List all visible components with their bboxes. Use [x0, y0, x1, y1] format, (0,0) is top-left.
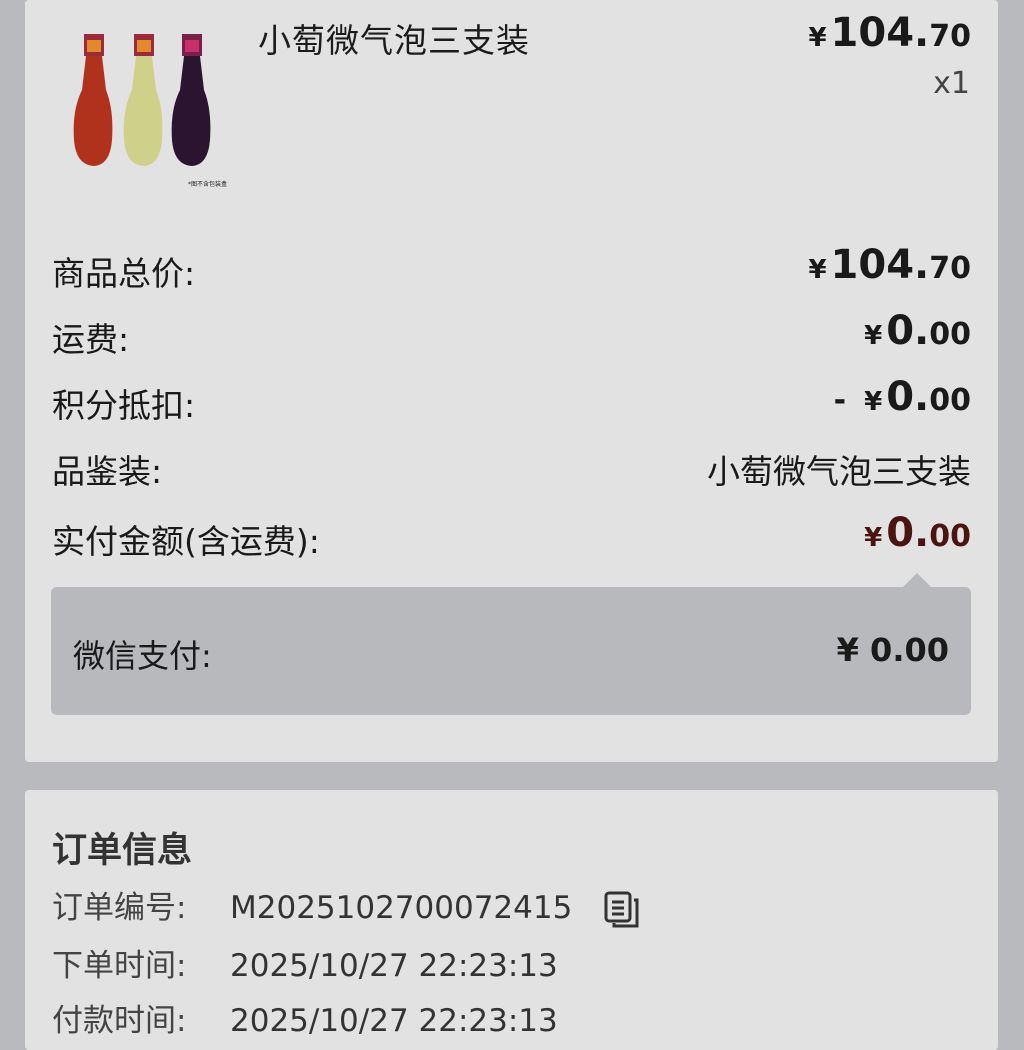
total-paid-value: ¥0.00	[864, 510, 971, 556]
subtotal-value: ¥104.70	[808, 242, 971, 288]
price-integer: 104.	[830, 10, 930, 56]
payment-time-value: 2025/10/27 22:23:13	[230, 1003, 558, 1039]
minus-sign: -	[833, 383, 847, 418]
order-summary-card: *图不含包装盒 小萄微气泡三支装 ¥104.70 x1 商品总价: ¥104.7…	[25, 0, 998, 762]
order-number-row: 订单编号: M2025102700072415	[52, 882, 640, 929]
amount-decimal: 70	[929, 251, 971, 286]
order-time-value: 2025/10/27 22:23:13	[230, 948, 558, 984]
wechat-pay-amount: ¥ 0.00	[836, 631, 949, 669]
amount-integer: 0.	[886, 374, 930, 420]
currency-symbol: ¥	[864, 321, 883, 351]
payment-method-box: 微信支付: ¥ 0.00	[51, 573, 971, 715]
amount-decimal: 00	[929, 519, 971, 554]
amount-decimal: 00	[929, 383, 971, 418]
order-time-label: 下单时间:	[52, 948, 187, 984]
points-deduction-value: - ¥0.00	[834, 374, 971, 420]
order-number-label: 订单编号:	[52, 890, 187, 926]
pointer-arrow	[903, 573, 931, 587]
product-name[interactable]: 小萄微气泡三支装	[258, 14, 530, 62]
order-time-row: 下单时间: 2025/10/27 22:23:13	[52, 940, 558, 985]
payment-time-label: 付款时间:	[52, 1003, 187, 1039]
product-image-caption: *图不含包装盒	[188, 180, 227, 188]
currency-symbol: ¥	[808, 23, 827, 53]
total-paid-label: 实付金额(含运费):	[52, 522, 320, 561]
subtotal-label: 商品总价:	[52, 254, 196, 293]
tasting-pack-label: 品鉴装:	[52, 452, 163, 491]
wechat-pay-label: 微信支付:	[73, 637, 212, 675]
payment-time-row: 付款时间: 2025/10/27 22:23:13	[52, 995, 558, 1040]
amount-integer: 0.	[886, 308, 930, 354]
order-info-card: 订单信息 订单编号: M2025102700072415 下单时间: 2025/10…	[25, 790, 998, 1050]
order-number-value: M2025102700072415	[230, 890, 573, 926]
product-quantity: x1	[933, 66, 970, 101]
shipping-value: ¥0.00	[864, 308, 971, 354]
amount-integer: 104.	[830, 242, 930, 288]
currency-symbol: ¥	[864, 387, 883, 417]
copy-icon[interactable]	[604, 891, 640, 929]
product-image[interactable]: *图不含包装盒	[70, 30, 240, 190]
shipping-label: 运费:	[52, 320, 130, 359]
product-price: ¥104.70	[808, 10, 971, 56]
currency-symbol: ¥	[808, 255, 827, 285]
currency-symbol: ¥	[864, 523, 883, 553]
price-decimal: 70	[929, 19, 971, 54]
points-deduction-label: 积分抵扣:	[52, 386, 196, 425]
order-info-title: 订单信息	[52, 831, 193, 871]
tasting-pack-value: 小萄微气泡三支装	[707, 452, 971, 491]
amount-integer: 0.	[886, 510, 930, 556]
amount-decimal: 00	[929, 317, 971, 352]
